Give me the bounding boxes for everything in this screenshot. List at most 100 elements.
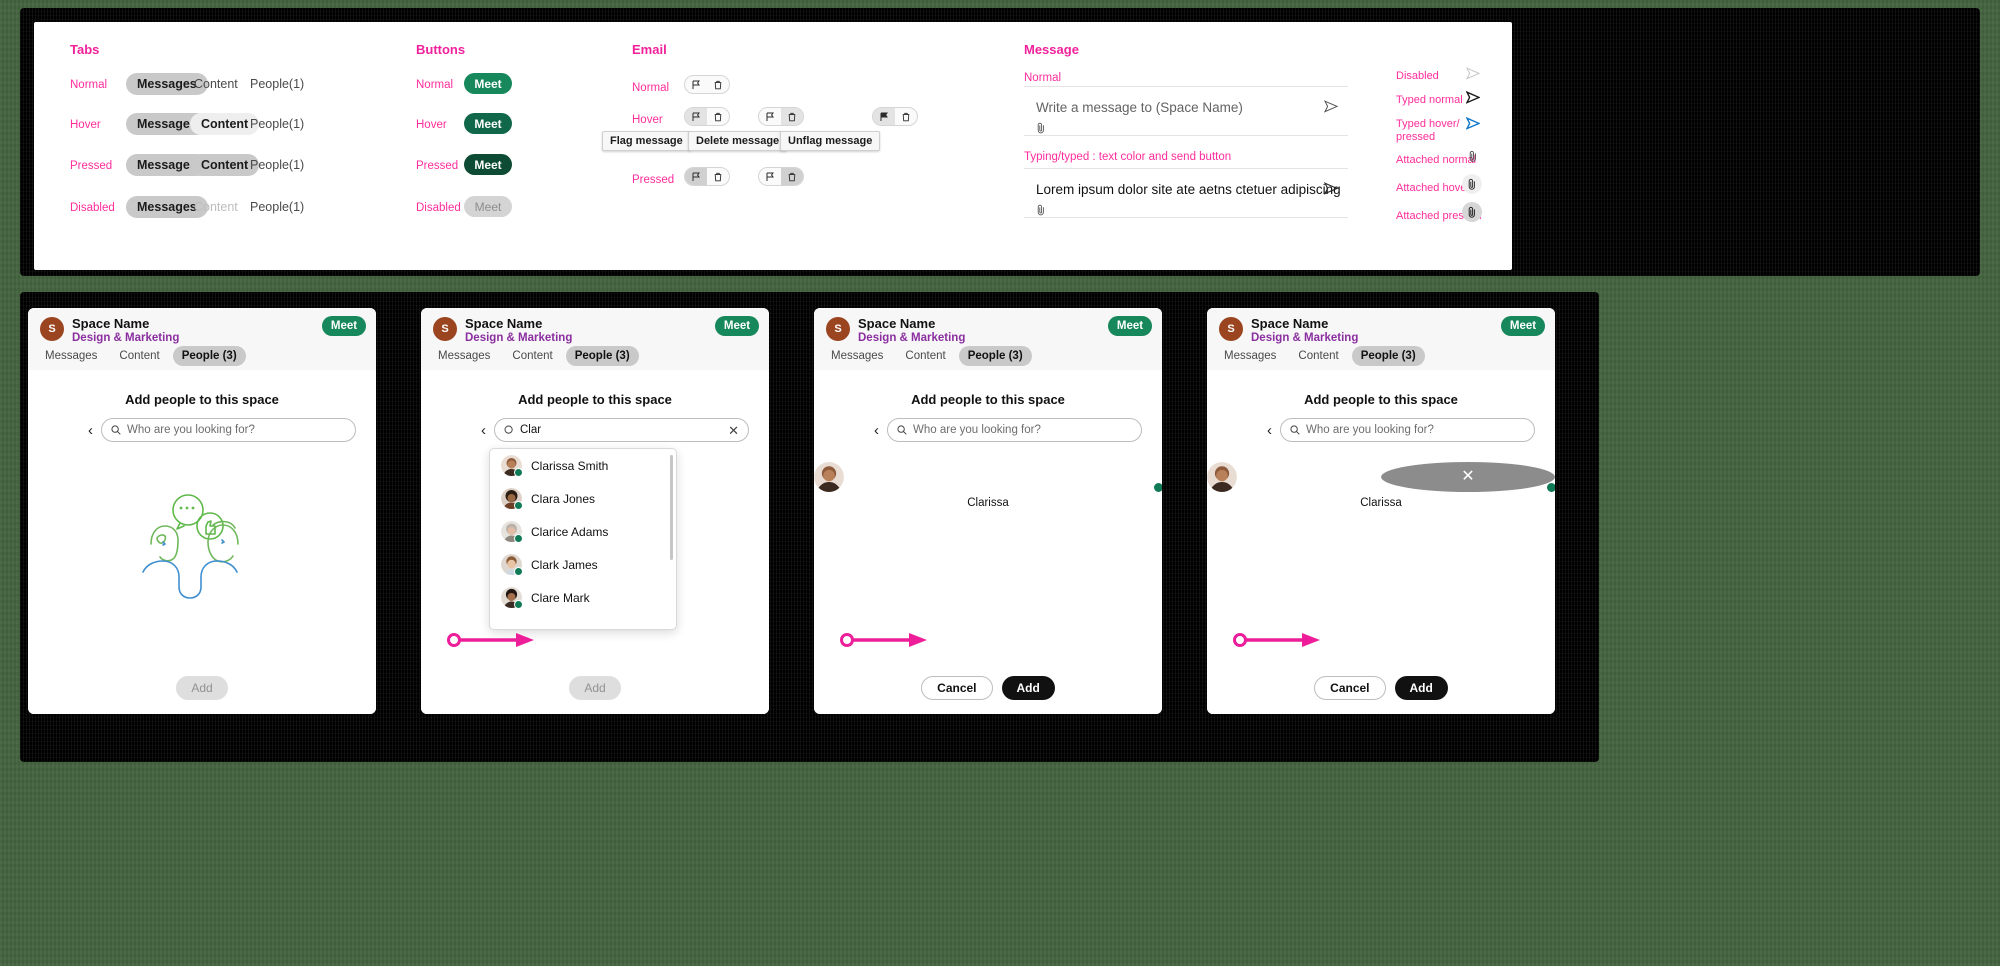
list-item[interactable]: Clarissa Smith [490, 449, 676, 482]
email-actions-hover-unflag[interactable] [872, 107, 918, 126]
search-input[interactable]: Who are you looking for? [887, 418, 1142, 442]
trash-icon[interactable] [707, 76, 729, 93]
list-item[interactable]: Clare Mark [490, 581, 676, 614]
remove-person-icon[interactable]: ✕ [1381, 462, 1555, 492]
list-item[interactable]: Clark James [490, 548, 676, 581]
flag-icon[interactable] [873, 108, 895, 125]
message-composer-typed[interactable]: Lorem ipsum dolor site ate aetns ctetuer… [1024, 168, 1348, 218]
tab-people[interactable]: People (3) [565, 346, 639, 366]
meet-button-normal[interactable]: Meet [464, 73, 512, 94]
back-chevron-icon[interactable]: ‹ [88, 423, 93, 438]
composer-placeholder: Write a message to (Space Name) [1036, 100, 1243, 115]
meet-button-hover[interactable]: Meet [464, 113, 512, 134]
tab-content-normal[interactable]: Content [194, 77, 238, 91]
paperclip-icon-hover[interactable] [1462, 174, 1482, 194]
back-chevron-icon[interactable]: ‹ [874, 423, 879, 438]
flag-icon[interactable] [759, 108, 781, 125]
tab-messages[interactable]: Messages [822, 346, 892, 366]
tab-content[interactable]: Content [896, 346, 954, 366]
tab-messages[interactable]: Messages [429, 346, 499, 366]
tab-messages[interactable]: Messages [36, 346, 106, 366]
message-composer-normal[interactable]: Write a message to (Space Name) [1024, 86, 1348, 136]
tab-people[interactable]: People (3) [958, 346, 1032, 366]
search-icon [897, 425, 907, 435]
send-icon-typed[interactable] [1323, 182, 1339, 200]
add-people-title: Add people to this space [1304, 392, 1458, 407]
list-item[interactable]: Clarice Adams [490, 515, 676, 548]
trash-icon[interactable] [781, 168, 803, 185]
add-button: Add [569, 676, 621, 700]
tab-people-hover[interactable]: People(1) [250, 117, 304, 131]
spec-card: Tabs Normal Messages Content People(1) H… [34, 22, 1512, 270]
paperclip-icon-pressed[interactable] [1462, 202, 1482, 222]
trash-icon[interactable] [707, 108, 729, 125]
send-icon-normal[interactable] [1323, 100, 1339, 118]
trash-icon[interactable] [707, 168, 729, 185]
avatar: ✕ [1207, 462, 1555, 493]
meet-button[interactable]: Meet [322, 316, 366, 336]
meet-button[interactable]: Meet [715, 316, 759, 336]
email-actions-hover-flag[interactable] [684, 107, 730, 126]
search-input[interactable]: Clar ✕ [494, 418, 749, 442]
selected-person-chip[interactable]: ✕ Clarissa [1207, 462, 1555, 509]
trash-icon[interactable] [895, 108, 917, 125]
add-button[interactable]: Add [1394, 676, 1448, 700]
msg-state-label-disabled: Disabled [1396, 70, 1439, 82]
cancel-button[interactable]: Cancel [1314, 676, 1386, 700]
trash-icon[interactable] [781, 108, 803, 125]
flag-icon[interactable] [685, 168, 707, 185]
tab-content-hover[interactable]: Content [190, 113, 260, 135]
cancel-button[interactable]: Cancel [921, 676, 993, 700]
selected-person-chip[interactable]: Clarissa [814, 462, 1162, 509]
search-input[interactable]: Who are you looking for? [101, 418, 356, 442]
flag-icon[interactable] [685, 76, 707, 93]
tab-people[interactable]: People (3) [1351, 346, 1425, 366]
person-name: Clare Mark [531, 590, 590, 605]
paperclip-icon[interactable] [1036, 121, 1046, 139]
search-placeholder: Who are you looking for? [1306, 424, 1434, 436]
add-people-body: Add people to this space ‹ Who are you l… [1207, 370, 1555, 714]
tab-content[interactable]: Content [1289, 346, 1347, 366]
avatar: S [1219, 317, 1243, 341]
tab-people[interactable]: People (3) [172, 346, 246, 366]
email-actions-pressed-delete[interactable] [758, 167, 804, 186]
add-button[interactable]: Add [1001, 676, 1055, 700]
email-actions-pressed-flag[interactable] [684, 167, 730, 186]
tooltip-flag-message: Flag message [602, 131, 691, 151]
send-icon-typed-hover[interactable] [1465, 116, 1481, 135]
meet-button[interactable]: Meet [1108, 316, 1152, 336]
paperclip-icon-normal[interactable] [1468, 150, 1478, 168]
tab-people-pressed[interactable]: People(1) [250, 158, 304, 172]
space-subtitle: Design & Marketing [858, 332, 966, 344]
tab-content[interactable]: Content [503, 346, 561, 366]
meet-button[interactable]: Meet [1501, 316, 1545, 336]
flow-connector-1 [447, 633, 534, 647]
search-results-dropdown[interactable]: Clarissa Smith Clara Jones Clarice Adams [489, 448, 677, 630]
email-actions-hover-delete[interactable] [758, 107, 804, 126]
email-actions-normal[interactable] [684, 75, 730, 94]
flag-icon[interactable] [759, 168, 781, 185]
tab-content-pressed[interactable]: Content [190, 154, 260, 176]
scrollbar[interactable] [670, 455, 673, 560]
add-people-title: Add people to this space [518, 392, 672, 407]
avatar [501, 554, 523, 576]
empty-state-illustration [142, 494, 239, 599]
tab-bar: Messages Content People (3) [1215, 346, 1425, 366]
clear-icon[interactable]: ✕ [728, 424, 739, 437]
tab-messages[interactable]: Messages [1215, 346, 1285, 366]
meet-button-pressed[interactable]: Meet [464, 154, 512, 175]
paperclip-icon[interactable] [1036, 203, 1046, 221]
send-icon-typed-normal[interactable] [1465, 90, 1481, 109]
space-subtitle: Design & Marketing [465, 332, 573, 344]
presence-dot [514, 468, 523, 477]
presence-dot [514, 501, 523, 510]
back-chevron-icon[interactable]: ‹ [481, 423, 486, 438]
search-input[interactable]: Who are you looking for? [1280, 418, 1535, 442]
email-state-normal: Normal [632, 82, 670, 94]
add-people-title: Add people to this space [911, 392, 1065, 407]
tab-content[interactable]: Content [110, 346, 168, 366]
flag-icon[interactable] [685, 108, 707, 125]
tab-people-normal[interactable]: People(1) [250, 77, 304, 91]
list-item[interactable]: Clara Jones [490, 482, 676, 515]
back-chevron-icon[interactable]: ‹ [1267, 423, 1272, 438]
